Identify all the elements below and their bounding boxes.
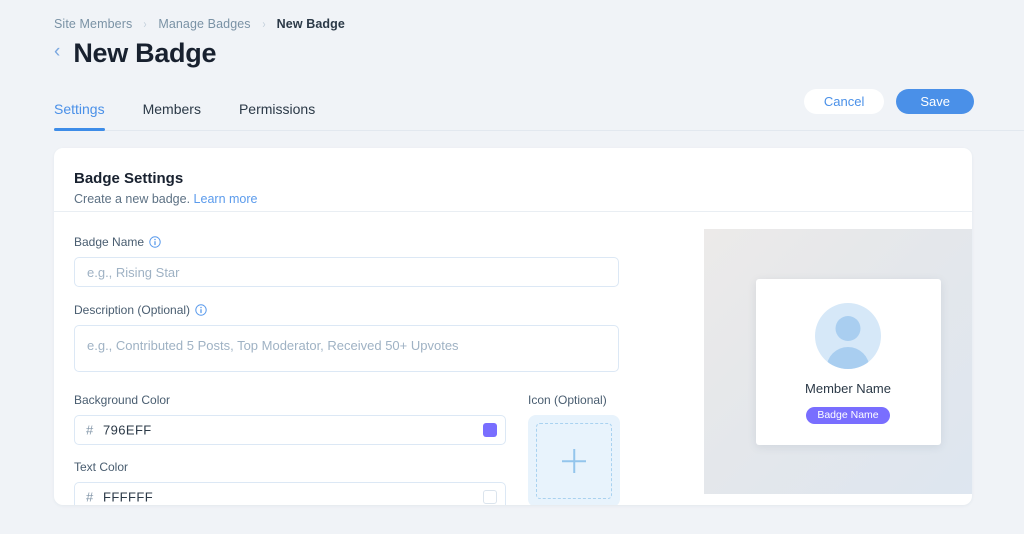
- plus-icon: [562, 449, 586, 473]
- text-color-input[interactable]: [74, 482, 506, 505]
- breadcrumb-separator-icon: ›: [144, 16, 147, 32]
- header-actions: Cancel Save: [804, 89, 974, 114]
- field-background-color: Background Color # 796EFF: [74, 392, 514, 445]
- background-color-input[interactable]: [74, 415, 506, 445]
- description-label: Description (Optional): [74, 302, 190, 318]
- color-fields: Background Color # 796EFF Text: [74, 392, 514, 505]
- background-color-input-wrap: # 796EFF: [74, 415, 506, 445]
- page-title-row: ‹ New Badge: [54, 36, 216, 70]
- tab-settings-label: Settings: [54, 101, 105, 117]
- background-color-swatch[interactable]: [483, 423, 497, 437]
- tabbar: Settings Members Permissions: [54, 96, 315, 131]
- background-color-label: Background Color: [74, 392, 170, 408]
- colors-and-icon-row: Background Color # 796EFF Text: [74, 392, 674, 505]
- breadcrumb-item-new-badge: New Badge: [277, 16, 345, 32]
- tab-members-label: Members: [143, 101, 201, 117]
- avatar-body: [827, 347, 870, 369]
- card-header: Badge Settings Create a new badge. Learn…: [54, 148, 972, 211]
- field-description: Description (Optional): [74, 302, 674, 377]
- user-avatar-icon: [815, 303, 881, 369]
- text-color-label-row: Text Color: [74, 459, 514, 475]
- tab-members[interactable]: Members: [143, 96, 201, 131]
- badge-name-label-row: Badge Name: [74, 234, 674, 250]
- tab-permissions[interactable]: Permissions: [239, 96, 315, 131]
- form-column: Badge Name Descripti: [54, 212, 674, 505]
- card-subtitle: Create a new badge. Learn more: [74, 191, 972, 208]
- icon-upload-label: Icon (Optional): [528, 392, 607, 408]
- breadcrumb-item-site-members[interactable]: Site Members: [54, 16, 132, 32]
- avatar-head: [836, 316, 861, 341]
- info-icon[interactable]: [195, 304, 207, 316]
- preview-member-name: Member Name: [805, 380, 891, 397]
- text-color-input-wrap: # FFFFFF: [74, 482, 506, 505]
- card-title: Badge Settings: [74, 169, 972, 189]
- info-icon[interactable]: [149, 236, 161, 248]
- text-color-label: Text Color: [74, 459, 128, 475]
- description-input[interactable]: [74, 325, 619, 372]
- badge-settings-card: Badge Settings Create a new badge. Learn…: [54, 148, 972, 505]
- breadcrumb-separator-icon: ›: [262, 16, 265, 32]
- cancel-button[interactable]: Cancel: [804, 89, 884, 114]
- field-badge-name: Badge Name: [74, 234, 674, 287]
- badge-name-label: Badge Name: [74, 234, 144, 250]
- card-subtitle-text: Create a new badge.: [74, 192, 190, 206]
- background-color-label-row: Background Color: [74, 392, 514, 408]
- chevron-left-icon[interactable]: ‹: [54, 42, 60, 64]
- preview-badge-pill: Badge Name: [806, 407, 889, 424]
- icon-upload-label-row: Icon (Optional): [528, 392, 620, 408]
- icon-upload-column: Icon (Optional): [528, 392, 620, 505]
- save-button[interactable]: Save: [896, 89, 974, 114]
- badge-name-input[interactable]: [74, 257, 619, 287]
- card-body: Badge Name Descripti: [54, 212, 972, 505]
- description-label-row: Description (Optional): [74, 302, 674, 318]
- icon-upload-dashed-area: [536, 423, 612, 499]
- tab-permissions-label: Permissions: [239, 101, 315, 117]
- text-color-swatch[interactable]: [483, 490, 497, 504]
- learn-more-link[interactable]: Learn more: [194, 192, 258, 206]
- breadcrumb: Site Members › Manage Badges › New Badge: [54, 16, 345, 32]
- page-title: New Badge: [73, 36, 216, 70]
- tab-settings[interactable]: Settings: [54, 96, 105, 131]
- badge-preview-panel: Member Name Badge Name: [704, 229, 972, 494]
- icon-upload-dropzone[interactable]: [528, 415, 620, 505]
- page-root: Site Members › Manage Badges › New Badge…: [0, 0, 1024, 534]
- badge-preview-card: Member Name Badge Name: [756, 279, 941, 445]
- field-text-color: Text Color # FFFFFF: [74, 459, 514, 505]
- breadcrumb-item-manage-badges[interactable]: Manage Badges: [158, 16, 250, 32]
